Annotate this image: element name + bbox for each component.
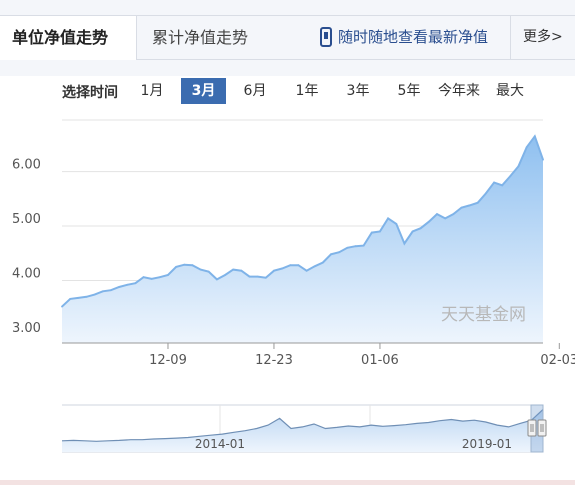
data-point bbox=[322, 261, 324, 264]
data-point bbox=[273, 269, 275, 272]
data-point bbox=[411, 230, 414, 233]
data-point bbox=[419, 227, 422, 230]
navigator-handle-right[interactable] bbox=[537, 419, 547, 437]
data-point bbox=[207, 270, 210, 273]
data-point bbox=[69, 298, 72, 300]
data-point bbox=[485, 192, 487, 195]
y-tick-label: 5.00 bbox=[12, 212, 41, 227]
data-point bbox=[256, 275, 259, 278]
data-point bbox=[183, 263, 186, 266]
data-point bbox=[142, 276, 145, 279]
data-point bbox=[542, 158, 544, 161]
data-point bbox=[436, 213, 438, 216]
data-point bbox=[101, 290, 104, 293]
data-point bbox=[403, 242, 406, 245]
nav-chart[interactable]: 3.004.005.006.00 12-0912-2301-0602-0302-… bbox=[0, 0, 575, 485]
data-point bbox=[150, 277, 153, 280]
data-point bbox=[199, 268, 202, 271]
data-point bbox=[61, 305, 63, 308]
data-point bbox=[85, 295, 88, 298]
data-point bbox=[517, 165, 520, 168]
navigator[interactable]: 2014-01 2019-01 bbox=[61, 404, 547, 453]
data-point bbox=[395, 223, 398, 225]
data-point bbox=[232, 268, 235, 271]
navigator-handle-left[interactable] bbox=[527, 419, 537, 437]
x-tick-label: 12-09 bbox=[149, 353, 187, 368]
data-point bbox=[191, 264, 194, 267]
y-tick-label: 6.00 bbox=[12, 158, 41, 173]
data-point bbox=[305, 269, 308, 272]
data-point bbox=[468, 204, 471, 207]
data-point bbox=[379, 230, 381, 233]
data-point bbox=[281, 267, 283, 270]
data-point bbox=[338, 251, 341, 254]
data-point bbox=[118, 286, 120, 288]
data-point bbox=[313, 265, 316, 268]
navigator-label: 2019-01 bbox=[462, 437, 512, 451]
data-point bbox=[533, 135, 536, 138]
data-point bbox=[93, 293, 96, 296]
data-point bbox=[444, 217, 447, 220]
data-point bbox=[224, 274, 227, 276]
data-point bbox=[525, 146, 528, 149]
data-point bbox=[240, 269, 243, 272]
y-tick-label: 4.00 bbox=[12, 266, 41, 281]
data-point bbox=[264, 276, 267, 279]
data-point bbox=[126, 283, 129, 286]
x-tick-label: 12-23 bbox=[255, 353, 293, 368]
data-point bbox=[158, 276, 161, 279]
data-point bbox=[289, 264, 292, 267]
data-point bbox=[297, 264, 300, 267]
data-point bbox=[77, 297, 80, 299]
data-point bbox=[362, 244, 365, 247]
bottom-strip bbox=[0, 480, 575, 485]
y-tick-label: 3.00 bbox=[12, 321, 41, 336]
x-axis-ticks: 12-0912-2301-0602-0302-17 bbox=[62, 342, 575, 368]
data-point bbox=[509, 175, 512, 177]
data-point bbox=[493, 181, 495, 184]
x-tick-label: 01-06 bbox=[361, 353, 399, 368]
y-axis-ticks: 3.00 4.00 5.00 6.00 bbox=[12, 158, 41, 336]
data-point bbox=[216, 278, 218, 281]
data-point bbox=[110, 289, 112, 292]
watermark: 天天基金网 bbox=[441, 305, 526, 325]
data-point bbox=[476, 201, 479, 204]
data-point bbox=[175, 266, 178, 268]
data-point bbox=[248, 275, 251, 278]
data-point bbox=[460, 206, 463, 209]
data-point bbox=[501, 184, 504, 187]
data-point bbox=[134, 282, 137, 285]
data-point bbox=[452, 213, 455, 216]
data-point bbox=[346, 246, 349, 249]
data-point bbox=[370, 231, 373, 234]
data-point bbox=[330, 253, 332, 256]
navigator-label: 2014-01 bbox=[195, 437, 245, 451]
data-point bbox=[387, 217, 389, 220]
x-tick-label: 02-03 bbox=[540, 353, 575, 368]
data-point bbox=[167, 274, 169, 276]
data-point bbox=[428, 220, 430, 223]
data-point bbox=[354, 245, 357, 248]
